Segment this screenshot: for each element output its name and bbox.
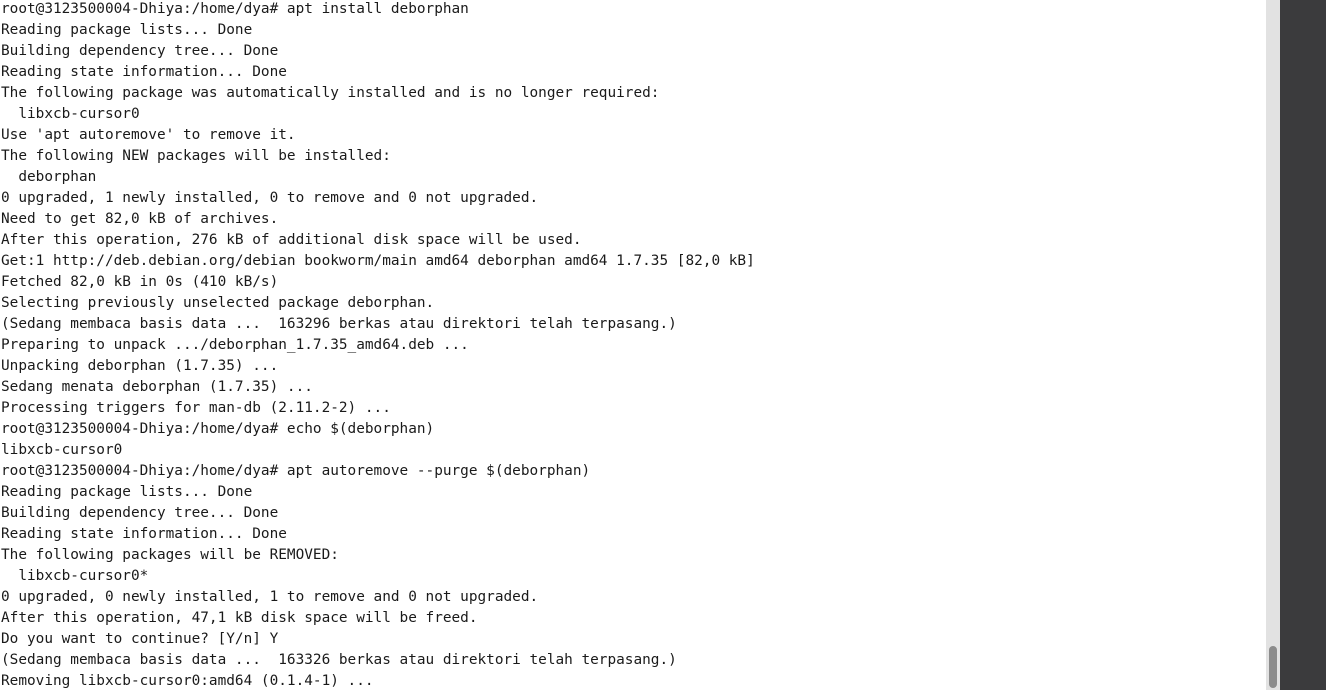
terminal-line: Fetched 82,0 kB in 0s (410 kB/s) [1, 274, 279, 290]
terminal-line: The following NEW packages will be insta… [1, 148, 391, 164]
terminal-line: Need to get 82,0 kB of archives. [1, 211, 279, 227]
terminal-line: root@3123500004-Dhiya:/home/dya# apt aut… [1, 463, 591, 479]
terminal-line: After this operation, 276 kB of addition… [1, 232, 582, 248]
terminal-line: The following packages will be REMOVED: [1, 547, 339, 563]
terminal-line: Building dependency tree... Done [1, 43, 279, 59]
scrollbar-thumb[interactable] [1269, 646, 1277, 688]
terminal-line: root@3123500004-Dhiya:/home/dya# apt ins… [1, 1, 469, 17]
terminal-line: Removing libxcb-cursor0:amd64 (0.1.4-1) … [1, 673, 374, 689]
terminal-output[interactable]: root@3123500004-Dhiya:/home/dya# apt ins… [1, 0, 1263, 690]
terminal-line: Sedang menata deborphan (1.7.35) ... [1, 379, 313, 395]
terminal-line: 0 upgraded, 1 newly installed, 0 to remo… [1, 190, 539, 206]
terminal-line: After this operation, 47,1 kB disk space… [1, 610, 478, 626]
terminal-window[interactable]: root@3123500004-Dhiya:/home/dya# apt ins… [0, 0, 1326, 690]
terminal-line: Do you want to continue? [Y/n] Y [1, 631, 279, 647]
terminal-line: Selecting previously unselected package … [1, 295, 435, 311]
side-panel [1280, 0, 1326, 690]
terminal-line: The following package was automatically … [1, 85, 660, 101]
terminal-line: 0 upgraded, 0 newly installed, 1 to remo… [1, 589, 539, 605]
terminal-line: libxcb-cursor0 [1, 442, 123, 458]
terminal-line: Processing triggers for man-db (2.11.2-2… [1, 400, 391, 416]
terminal-line: (Sedang membaca basis data ... 163326 be… [1, 652, 677, 668]
terminal-line: Use 'apt autoremove' to remove it. [1, 127, 296, 143]
terminal-line: (Sedang membaca basis data ... 163296 be… [1, 316, 677, 332]
terminal-line: Reading package lists... Done [1, 484, 253, 500]
terminal-line: Preparing to unpack .../deborphan_1.7.35… [1, 337, 469, 353]
terminal-line: root@3123500004-Dhiya:/home/dya# echo $(… [1, 421, 435, 437]
terminal-line: libxcb-cursor0* [1, 568, 149, 584]
terminal-line: Unpacking deborphan (1.7.35) ... [1, 358, 279, 374]
terminal-line: libxcb-cursor0 [1, 106, 140, 122]
terminal-line: Get:1 http://deb.debian.org/debian bookw… [1, 253, 755, 269]
terminal-line: Reading state information... Done [1, 64, 287, 80]
vertical-scrollbar[interactable] [1266, 0, 1280, 690]
terminal-line: Reading package lists... Done [1, 22, 253, 38]
terminal-line: Building dependency tree... Done [1, 505, 279, 521]
terminal-line: Reading state information... Done [1, 526, 287, 542]
terminal-line: deborphan [1, 169, 97, 185]
